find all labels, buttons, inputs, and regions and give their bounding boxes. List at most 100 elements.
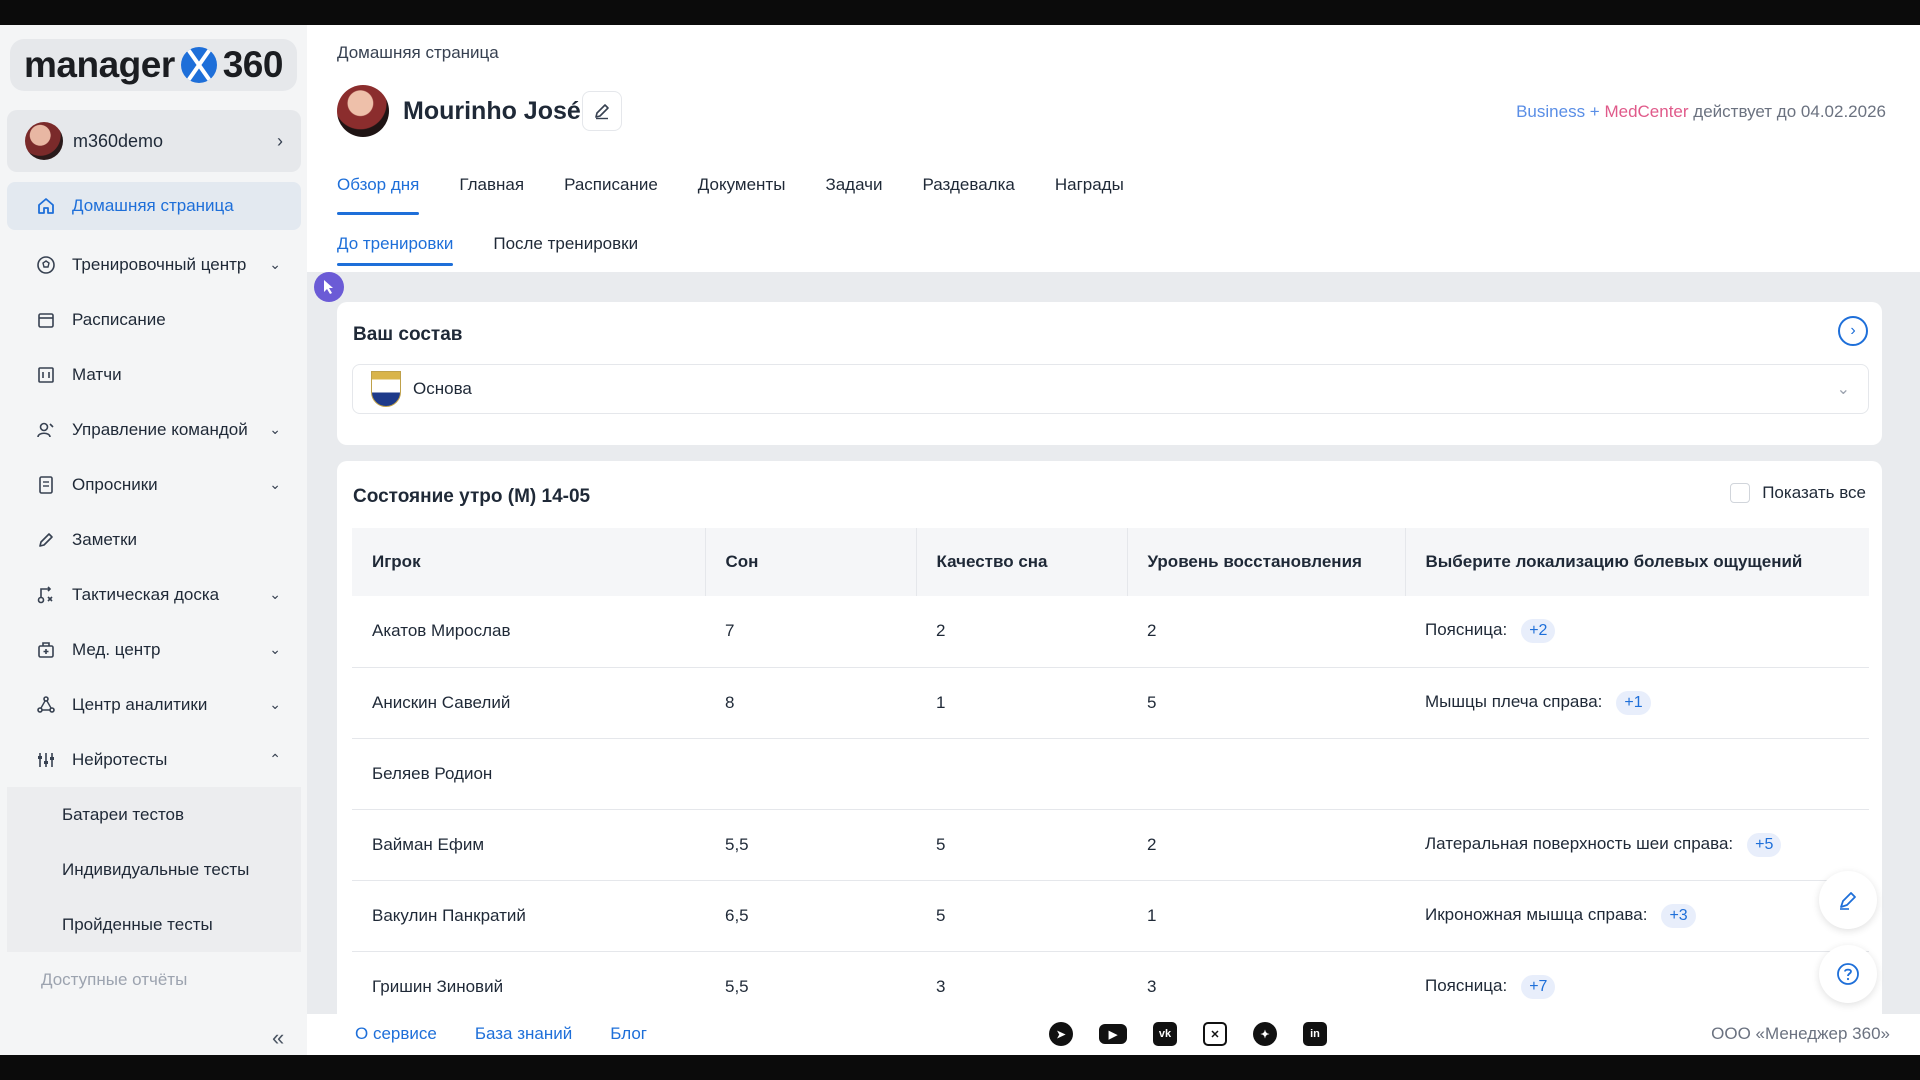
tab-tasks[interactable]: Задачи [825, 175, 882, 215]
cell-recovery: 1 [1147, 905, 1157, 925]
help-icon [1837, 963, 1859, 985]
medical-icon [35, 639, 57, 661]
players-state-table: Игрок Сон Качество сна Уровень восстанов… [352, 528, 1869, 1023]
sidebar-subitem-test-batteries[interactable]: Батареи тестов [7, 787, 301, 842]
logo-text-left: manager [24, 44, 175, 85]
more-badge[interactable]: +5 [1747, 832, 1782, 857]
profile-name: Mourinho José [403, 97, 581, 125]
collapse-sidebar-icon[interactable]: « [272, 1025, 284, 1051]
col-player[interactable]: Игрок [352, 528, 706, 596]
table-row[interactable]: Акатов Мирослав 7 2 2 Поясница: +2 [352, 596, 1869, 667]
cell-recovery: 5 [1147, 692, 1157, 712]
sidebar-item-home[interactable]: Домашняя страница [7, 182, 301, 230]
sidebar-item-medical-center[interactable]: Мед. центр ⌄ [7, 622, 301, 677]
more-badge[interactable]: +2 [1521, 619, 1556, 644]
plus-icon[interactable]: ✦ [1253, 1022, 1277, 1046]
cell-player: Беляев Родион [372, 763, 493, 783]
chevron-down-icon: ⌄ [269, 641, 281, 657]
cell-player: Анискин Савелий [372, 692, 511, 712]
more-badge[interactable]: +7 [1521, 974, 1556, 999]
cell-pain: Мышцы плеча справа: +1 [1405, 667, 1869, 738]
cell-recovery: 2 [1147, 834, 1157, 854]
col-recovery[interactable]: Уровень восстановления [1127, 528, 1406, 596]
table-row[interactable]: Вайман Ефим 5,5 5 2 Латеральная поверхно… [352, 809, 1869, 880]
license-expiry: действует до 04.02.2026 [1688, 102, 1886, 121]
app-window: manager 360 m360demo › Домашняя страница… [0, 25, 1920, 1055]
sidebar-subitem-completed-tests[interactable]: Пройденные тесты [7, 897, 301, 952]
cursor-pointer-icon [314, 272, 344, 302]
tab-documents[interactable]: Документы [698, 175, 786, 215]
tab-schedule[interactable]: Расписание [564, 175, 658, 215]
tab-main[interactable]: Главная [459, 175, 524, 215]
sidebar-subitem-individual-tests[interactable]: Индивидуальные тесты [7, 842, 301, 897]
linkedin-icon[interactable]: in [1303, 1022, 1327, 1046]
cell-quality: 5 [936, 905, 946, 925]
tab-day-overview[interactable]: Обзор дня [337, 175, 420, 215]
feedback-button[interactable] [1819, 871, 1877, 929]
footer-link-knowledge-base[interactable]: База знаний [475, 1024, 572, 1044]
more-badge[interactable]: +1 [1616, 690, 1651, 715]
main-tabs: Обзор дня Главная Расписание Документы З… [337, 175, 1124, 215]
squad-select[interactable]: Основа ⌄ [352, 364, 1869, 414]
col-sleep[interactable]: Сон [705, 528, 917, 596]
home-icon [35, 195, 57, 217]
users-icon [35, 419, 57, 441]
sidebar-item-neurotests[interactable]: Нейротесты ⌃ [7, 732, 301, 787]
cell-recovery [1127, 738, 1405, 809]
sidebar-item-label: Тренировочный центр [72, 254, 247, 274]
sidebar-item-tactics-board[interactable]: Тактическая доска ⌄ [7, 567, 301, 622]
subtab-after-training[interactable]: После тренировки [493, 234, 638, 266]
footer-link-blog[interactable]: Блог [610, 1024, 647, 1044]
squad-card: Ваш состав › Основа ⌄ [337, 302, 1882, 445]
cell-sleep: 5,5 [725, 834, 749, 854]
sidebar-item-analytics-center[interactable]: Центр аналитики ⌄ [7, 677, 301, 732]
yandex-zen-icon[interactable]: ✕ [1203, 1022, 1227, 1046]
sliders-icon [35, 749, 57, 771]
chevron-right-icon: › [277, 130, 283, 151]
avatar [337, 85, 389, 137]
cell-sleep: 6,5 [725, 905, 749, 925]
show-all-toggle[interactable]: Показать все [1730, 483, 1866, 503]
tab-locker-room[interactable]: Раздевалка [923, 175, 1015, 215]
user-card[interactable]: m360demo › [7, 110, 301, 172]
cell-quality [916, 738, 1127, 809]
cell-recovery: 3 [1147, 976, 1157, 996]
sidebar-item-training-center[interactable]: Тренировочный центр ⌄ [7, 237, 301, 292]
sidebar-item-available-reports[interactable]: Доступные отчёты [7, 952, 301, 1007]
morning-state-card: Состояние утро (М) 14-05 Показать все Иг… [337, 461, 1882, 1055]
cell-quality: 5 [936, 834, 946, 854]
sidebar-item-matches[interactable]: Матчи [7, 347, 301, 402]
cell-player: Акатов Мирослав [372, 621, 511, 641]
table-row[interactable]: Гришин Зиновий 5,5 3 3 Поясница: +7 [352, 951, 1869, 1022]
morning-state-title: Состояние утро (М) 14-05 [353, 486, 591, 507]
col-pain-location[interactable]: Выберите локализацию болевых ощущений [1405, 528, 1869, 596]
footer-link-about[interactable]: О сервисе [355, 1024, 437, 1044]
logo[interactable]: manager 360 [10, 39, 297, 91]
license-info: Business + MedCenter действует до 04.02.… [1516, 102, 1886, 122]
subtab-before-training[interactable]: До тренировки [337, 234, 454, 266]
tab-awards[interactable]: Награды [1055, 175, 1124, 215]
open-squad-button[interactable]: › [1838, 316, 1868, 346]
cell-pain [1405, 738, 1869, 809]
cell-sleep [705, 738, 916, 809]
squad-title: Ваш состав [353, 324, 463, 345]
more-badge[interactable]: +3 [1661, 903, 1696, 928]
pencil-icon [595, 104, 609, 120]
sidebar-item-surveys[interactable]: Опросники ⌄ [7, 457, 301, 512]
table-row[interactable]: Беляев Родион [352, 738, 1869, 809]
main-content: Домашняя страница Mourinho José Business… [307, 25, 1920, 1055]
sidebar-item-notes[interactable]: Заметки [7, 512, 301, 567]
sidebar-item-schedule[interactable]: Расписание [7, 292, 301, 347]
telegram-icon[interactable]: ➤ [1049, 1022, 1073, 1046]
col-sleep-quality[interactable]: Качество сна [916, 528, 1128, 596]
sidebar-item-team-management[interactable]: Управление командой ⌄ [7, 402, 301, 457]
table-row[interactable]: Вакулин Панкратий 6,5 5 1 Икроножная мыш… [352, 880, 1869, 951]
license-medcenter: MedCenter [1604, 102, 1689, 121]
youtube-icon[interactable]: ▶ [1099, 1024, 1127, 1044]
edit-profile-button[interactable] [582, 91, 622, 131]
sidebar-item-label: Тактическая доска [72, 584, 220, 604]
show-all-checkbox[interactable] [1730, 483, 1751, 503]
table-row[interactable]: Анискин Савелий 8 1 5 Мышцы плеча справа… [352, 667, 1869, 738]
vk-icon[interactable]: vk [1153, 1022, 1177, 1046]
help-button[interactable] [1819, 945, 1877, 1003]
